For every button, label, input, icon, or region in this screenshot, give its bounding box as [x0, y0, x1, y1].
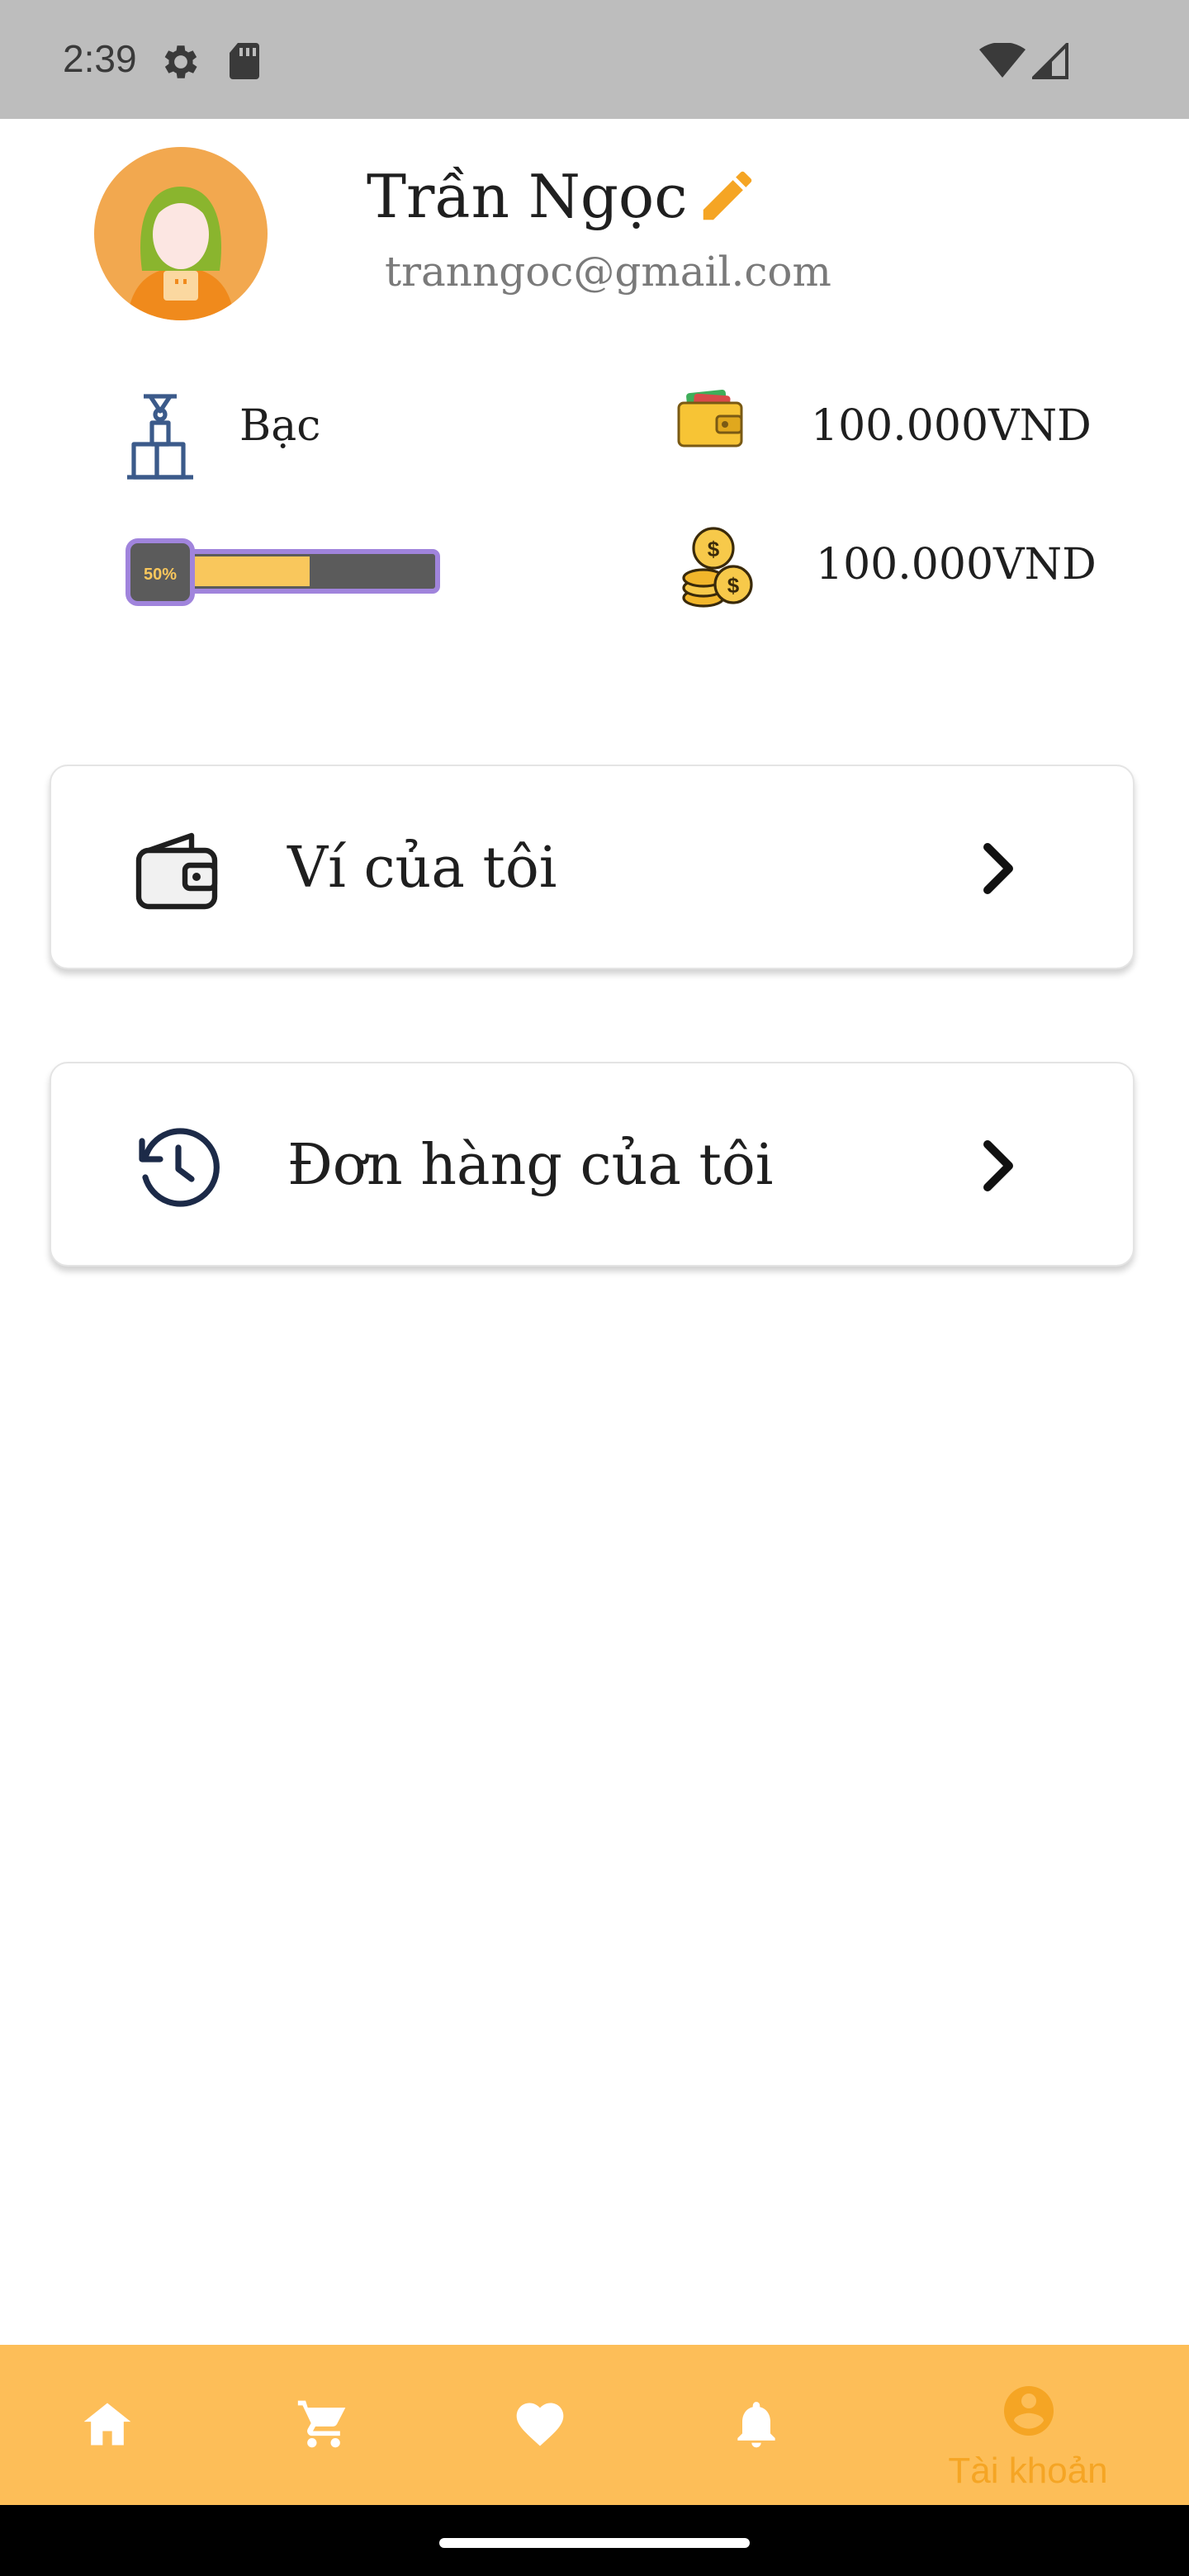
gesture-bar	[0, 2505, 1189, 2576]
avatar-illustration	[94, 147, 268, 320]
nav-notifications[interactable]	[674, 2345, 839, 2505]
chevron-right-icon	[983, 843, 1013, 894]
heart-icon	[516, 2403, 564, 2446]
coins-icon: $ $	[682, 527, 753, 608]
status-bar: 2:39	[0, 0, 1189, 119]
cart-icon	[297, 2400, 346, 2448]
gesture-handle[interactable]	[439, 2538, 750, 2548]
rank-label: Bạc	[239, 401, 321, 451]
rank-icon	[127, 394, 193, 480]
nav-home[interactable]	[25, 2345, 190, 2505]
chevron-right-icon	[983, 1140, 1013, 1191]
wifi-icon	[979, 43, 1026, 78]
nav-account[interactable]: Tài khoản	[933, 2345, 1123, 2505]
menu-my-wallet-label: Ví của tôi	[287, 836, 557, 901]
nav-account-label: Tài khoản	[948, 2451, 1108, 2491]
wallet-icon	[135, 832, 218, 910]
account-icon	[1004, 2386, 1054, 2436]
menu-my-wallet[interactable]: Ví của tôi	[50, 765, 1135, 969]
history-icon	[139, 1128, 220, 1207]
svg-text:$: $	[708, 537, 720, 561]
user-name: Trần Ngọc	[367, 162, 688, 231]
nav-cart[interactable]	[241, 2345, 406, 2505]
sd-card-icon	[230, 43, 259, 79]
rank-progress-bar: 50%	[126, 538, 440, 606]
wallet-balance: 100.000VND	[811, 401, 1092, 451]
bell-icon	[737, 2402, 775, 2448]
user-email: tranngoc@gmail.com	[385, 248, 831, 296]
svg-text:$: $	[727, 573, 740, 598]
bottom-nav: Tài khoản	[0, 2345, 1189, 2505]
coin-balance: 100.000VND	[816, 540, 1097, 590]
gear-icon	[164, 45, 197, 78]
pencil-icon[interactable]	[695, 163, 760, 228]
menu-my-orders-label: Đơn hàng của tôi	[287, 1133, 774, 1198]
wallet-icon	[677, 389, 743, 447]
home-icon	[83, 2403, 131, 2446]
rank-progress-fill	[186, 556, 310, 586]
rank-progress-label: 50%	[144, 566, 177, 584]
signal-icon	[1032, 43, 1068, 79]
menu-my-orders[interactable]: Đơn hàng của tôi	[50, 1062, 1135, 1267]
nav-favorites[interactable]	[457, 2345, 623, 2505]
status-time: 2:39	[63, 37, 137, 80]
avatar[interactable]	[94, 147, 268, 320]
